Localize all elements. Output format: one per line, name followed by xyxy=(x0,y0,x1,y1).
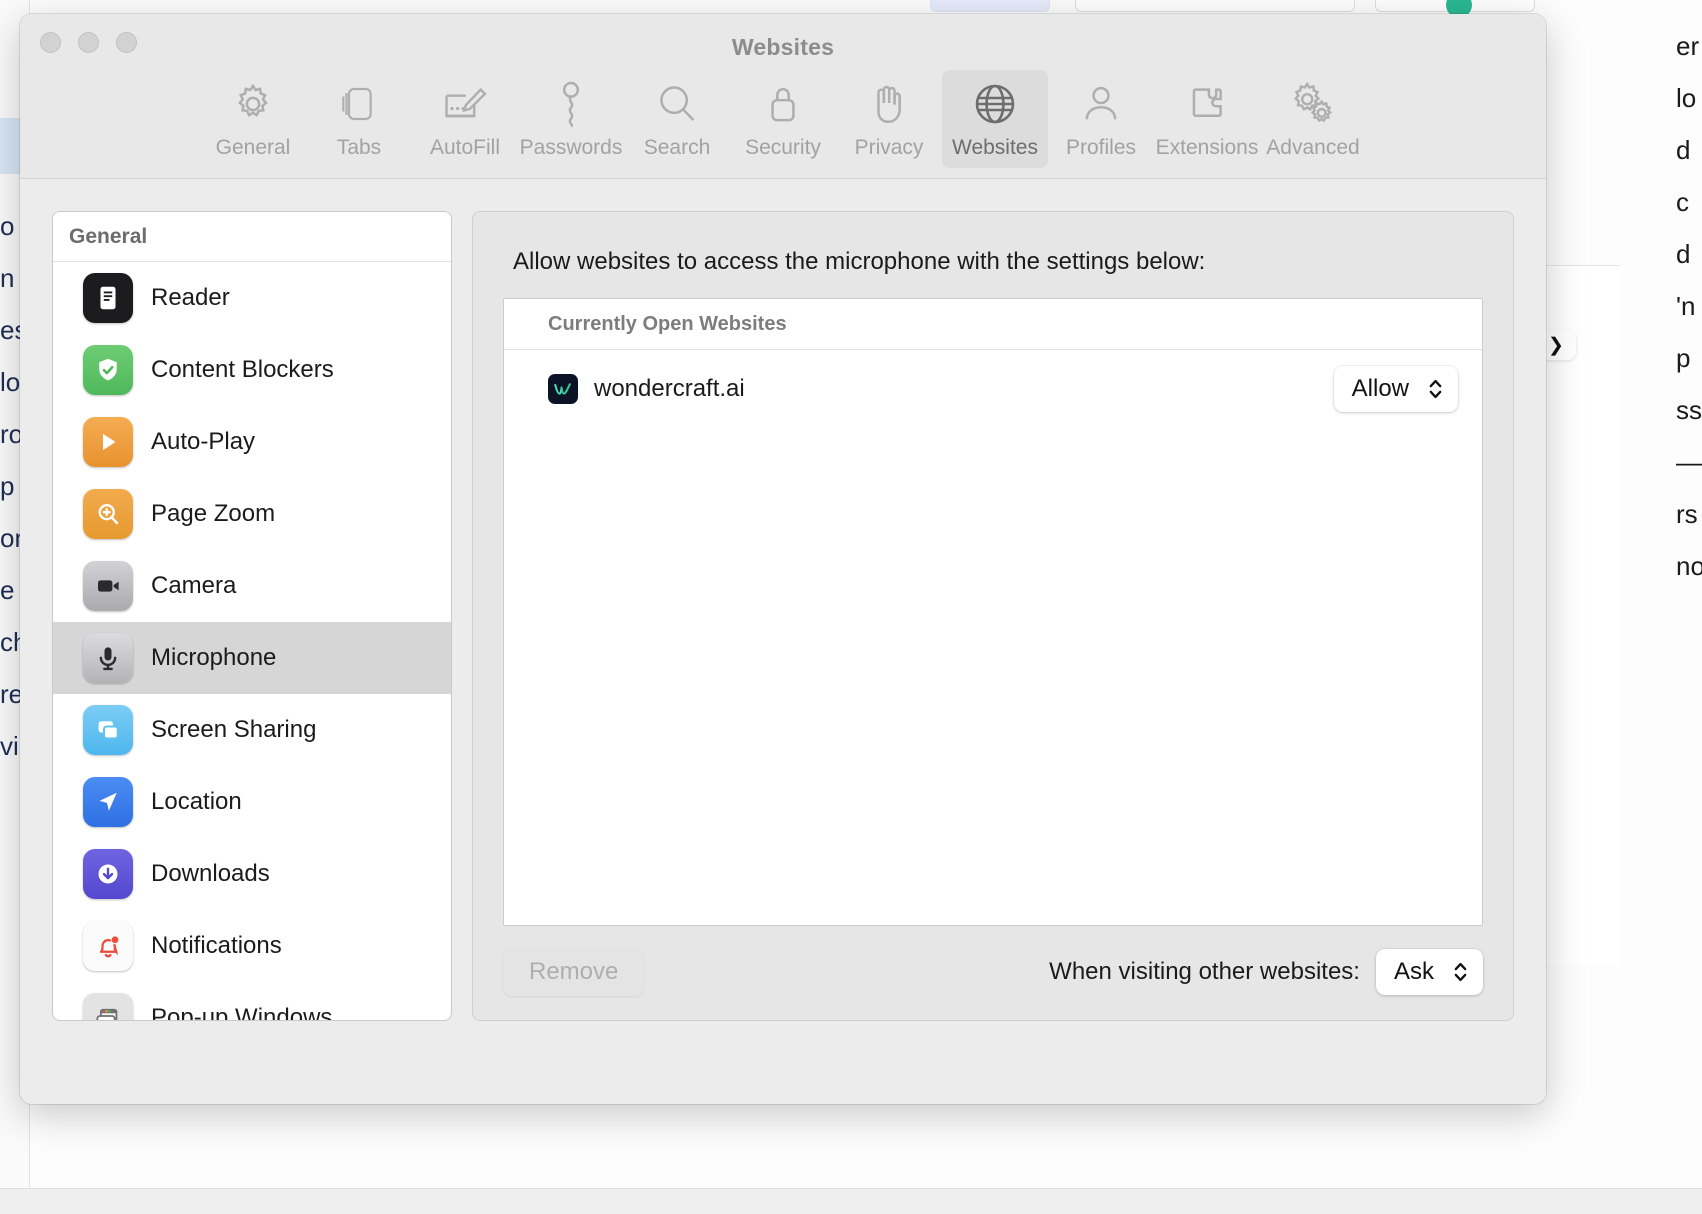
sidebar-item-label: Downloads xyxy=(151,860,270,887)
sidebar-item-label: Notifications xyxy=(151,932,282,959)
bg-left-highlight xyxy=(0,118,22,174)
microphone-settings-pane: Allow websites to access the microphone … xyxy=(472,211,1514,1021)
camera-icon xyxy=(83,561,133,611)
sidebar-item-microphone[interactable]: Microphone xyxy=(53,622,451,694)
sidebar-section-header: General xyxy=(53,212,451,262)
chevron-up-down-icon xyxy=(1427,375,1444,403)
popup-windows-icon xyxy=(83,993,133,1020)
sidebar-list: Reader Content Blockers Auto-Play Page Z… xyxy=(53,262,451,1020)
tab-label: Search xyxy=(643,136,711,159)
window-titlebar: Websites xyxy=(20,14,1546,70)
tab-label: Websites xyxy=(952,136,1038,159)
person-icon xyxy=(1080,78,1122,130)
gears-icon xyxy=(1288,78,1338,130)
remove-button[interactable]: Remove xyxy=(503,948,645,996)
tab-privacy[interactable]: Privacy xyxy=(836,70,942,168)
puzzle-icon xyxy=(1184,78,1230,130)
tab-label: AutoFill xyxy=(429,136,501,159)
site-permission-value: Allow xyxy=(1351,375,1409,402)
sidebar-item-content-blockers[interactable]: Content Blockers xyxy=(53,334,451,406)
sidebar-item-label: Content Blockers xyxy=(151,356,334,383)
sidebar-item-notifications[interactable]: Notifications xyxy=(53,910,451,982)
sidebar-item-label: Microphone xyxy=(151,644,277,671)
default-permission-value: Ask xyxy=(1393,958,1434,985)
lock-icon xyxy=(764,78,802,130)
sidebar-item-camera[interactable]: Camera xyxy=(53,550,451,622)
shield-check-icon xyxy=(83,345,133,395)
pane-footer: Remove When visiting other websites: Ask xyxy=(503,948,1483,996)
tab-label: General xyxy=(215,136,291,159)
default-permission-group: When visiting other websites: Ask xyxy=(1049,949,1483,995)
sidebar-item-page-zoom[interactable]: Page Zoom xyxy=(53,478,451,550)
bell-icon xyxy=(83,921,133,971)
sidebar-item-label: Screen Sharing xyxy=(151,716,317,743)
globe-icon xyxy=(971,78,1019,130)
tab-passwords[interactable]: Passwords xyxy=(518,70,624,168)
key-icon xyxy=(554,78,588,130)
table-rows: wondercraft.ai Allow xyxy=(504,350,1482,925)
sidebar-item-label: Camera xyxy=(151,572,237,599)
tab-autofill[interactable]: AutoFill xyxy=(412,70,518,168)
window-bottom-bar: ? xyxy=(20,1095,1546,1104)
websites-table: Currently Open Websites wondercraft.ai A… xyxy=(503,298,1483,926)
table-column-header: Currently Open Websites xyxy=(504,299,1482,350)
bg-toolbar-pill xyxy=(930,0,1050,12)
play-icon xyxy=(83,417,133,467)
chevron-up-down-icon xyxy=(1452,958,1469,986)
preferences-window: Websites General Tabs AutoFill Passwords… xyxy=(20,14,1546,1104)
site-name: wondercraft.ai xyxy=(594,375,745,402)
preferences-content: General Reader Content Blockers Auto-Pla… xyxy=(20,179,1546,1095)
tabs-icon xyxy=(339,78,379,130)
tab-websites[interactable]: Websites xyxy=(942,70,1048,168)
autofill-icon xyxy=(441,78,489,130)
pane-description: Allow websites to access the microphone … xyxy=(513,248,1206,275)
tab-label: Extensions xyxy=(1155,136,1259,159)
sidebar-item-downloads[interactable]: Downloads xyxy=(53,838,451,910)
sidebar-item-location[interactable]: Location xyxy=(53,766,451,838)
download-icon xyxy=(83,849,133,899)
table-row[interactable]: wondercraft.ai Allow xyxy=(504,350,1482,428)
tab-search[interactable]: Search xyxy=(624,70,730,168)
preferences-toolbar: General Tabs AutoFill Passwords Search S… xyxy=(20,70,1546,179)
sidebar-item-label: Location xyxy=(151,788,242,815)
tab-tabs[interactable]: Tabs xyxy=(306,70,412,168)
sidebar-item-screen-sharing[interactable]: Screen Sharing xyxy=(53,694,451,766)
bg-right-text: er lo d c d 'n p ss — rs no xyxy=(1676,31,1702,581)
zoom-in-icon xyxy=(83,489,133,539)
default-permission-dropdown[interactable]: Ask xyxy=(1375,949,1483,995)
tab-label: Advanced xyxy=(1266,136,1360,159)
microphone-icon xyxy=(83,633,133,683)
bg-bottom-strip xyxy=(0,1188,1702,1214)
sidebar-item-label: Page Zoom xyxy=(151,500,276,527)
bg-address-field xyxy=(1075,0,1355,12)
reader-icon xyxy=(83,273,133,323)
screen-sharing-icon xyxy=(83,705,133,755)
hand-icon xyxy=(868,78,910,130)
window-title: Websites xyxy=(731,34,835,60)
site-permission-dropdown[interactable]: Allow xyxy=(1333,366,1458,412)
sidebar-item-label: Pop-up Windows xyxy=(151,1004,333,1020)
sidebar-item-popup-windows[interactable]: Pop-up Windows xyxy=(53,982,451,1020)
sidebar-item-label: Reader xyxy=(151,284,230,311)
tab-label: Security xyxy=(745,136,821,159)
tab-label: Privacy xyxy=(854,136,924,159)
gear-icon xyxy=(230,78,276,130)
sidebar-item-reader[interactable]: Reader xyxy=(53,262,451,334)
tab-advanced[interactable]: Advanced xyxy=(1260,70,1366,168)
sidebar-item-auto-play[interactable]: Auto-Play xyxy=(53,406,451,478)
tab-security[interactable]: Security xyxy=(730,70,836,168)
tab-label: Passwords xyxy=(519,136,623,159)
tab-extensions[interactable]: Extensions xyxy=(1154,70,1260,168)
tab-label: Profiles xyxy=(1065,136,1137,159)
magnifier-icon xyxy=(654,78,700,130)
websites-sidebar: General Reader Content Blockers Auto-Pla… xyxy=(52,211,452,1021)
wondercraft-favicon xyxy=(548,374,578,404)
sidebar-item-label: Auto-Play xyxy=(151,428,256,455)
location-arrow-icon xyxy=(83,777,133,827)
default-permission-label: When visiting other websites: xyxy=(1049,958,1360,985)
tab-label: Tabs xyxy=(336,136,382,159)
tab-profiles[interactable]: Profiles xyxy=(1048,70,1154,168)
bg-inner-panel xyxy=(1540,265,1620,965)
tab-general[interactable]: General xyxy=(200,70,306,168)
